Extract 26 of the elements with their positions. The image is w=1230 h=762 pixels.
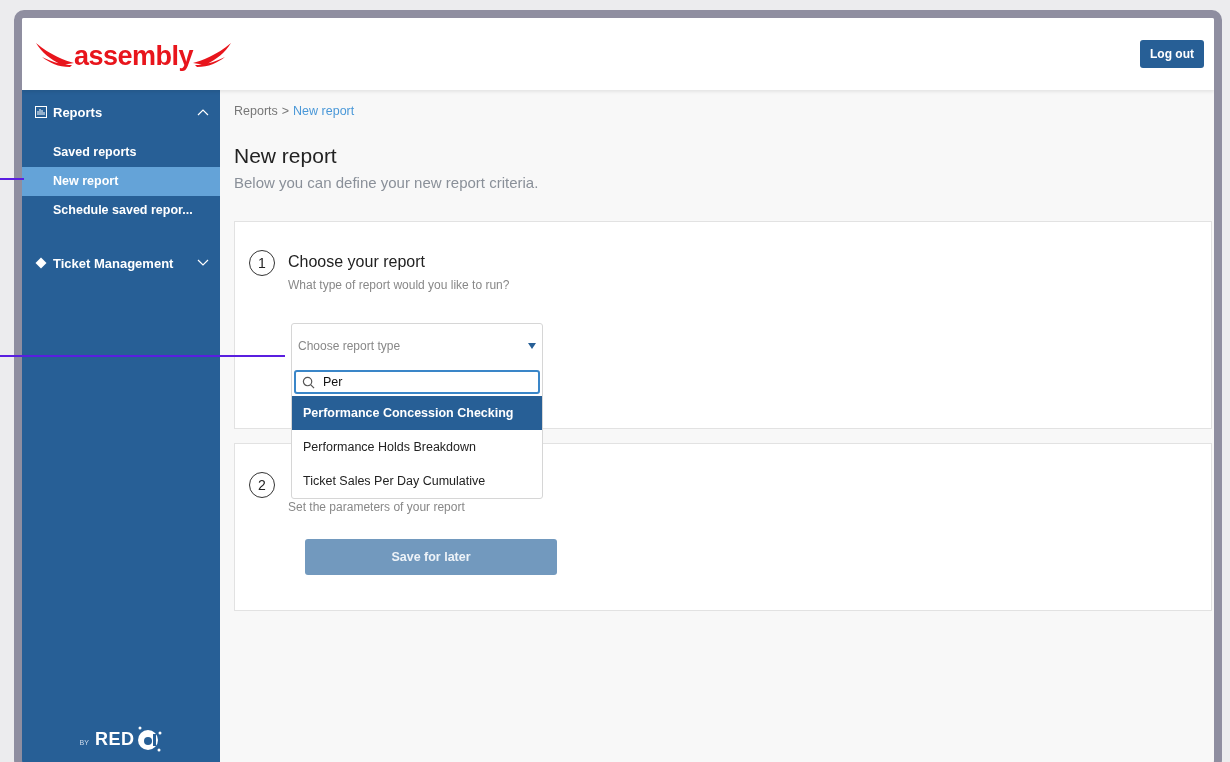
search-field[interactable]: Per [294,370,540,394]
splash-logo-icon [136,726,163,752]
brand-text: RED [94,728,135,750]
dropdown-option[interactable]: Performance Holds Breakdown [292,430,542,464]
breadcrumb-item[interactable]: Reports [234,104,278,124]
logo-text: assembly [74,40,194,72]
report-type-select[interactable]: Choose report type [292,324,542,368]
ticket-icon [35,257,47,269]
page-title: New report [234,144,338,168]
bar-chart-icon [35,106,47,118]
step-title: Choose your report [288,253,426,271]
sidebar-section-header[interactable]: Reports [22,102,220,122]
breadcrumb-item[interactable]: > [281,104,290,124]
sidebar-section-header[interactable]: Ticket Management [22,253,220,273]
dropdown-option[interactable]: Performance Concession Checking [292,396,542,430]
page-subtitle: Below you can define your new report criteria. [234,174,540,191]
step-hint: Set the parameters of your report [288,500,465,514]
caret-icon [528,343,536,349]
breadcrumb-current: New report [293,104,355,120]
step-hint: What type of report would you like to run? [288,278,510,292]
sidebar-item[interactable]: Saved reports [22,138,220,167]
leader-line [0,178,24,180]
logout-button[interactable]: Log out [1140,40,1204,68]
sidebar-item[interactable]: Schedule saved repor... [22,196,220,225]
search-icon [302,375,315,389]
dropdown-option[interactable]: Ticket Sales Per Day Cumulative [292,464,542,498]
